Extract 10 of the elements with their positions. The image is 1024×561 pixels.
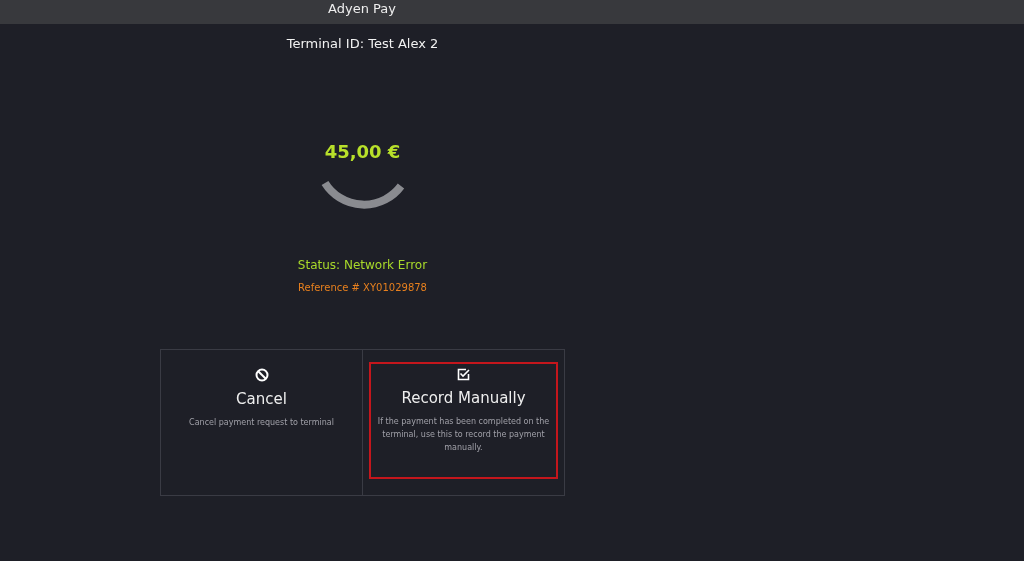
payment-amount: 45,00 € [324,141,401,162]
app-title: Adyen Pay [328,1,396,17]
loading-spinner-icon [320,178,405,210]
checkbox-icon [457,368,470,381]
reference-number: Reference # XY01029878 [298,282,427,293]
cancel-action[interactable]: Cancel Cancel payment request to terminal [167,362,356,479]
record-action[interactable]: Record Manually If the payment has been completed on the terminal, use this to record the payment manually. [369,362,558,479]
prohibited-icon [254,368,269,382]
terminal-id: Terminal ID: Test Alex 2 [286,36,439,51]
payment-status: Status: Network Error [297,258,428,272]
